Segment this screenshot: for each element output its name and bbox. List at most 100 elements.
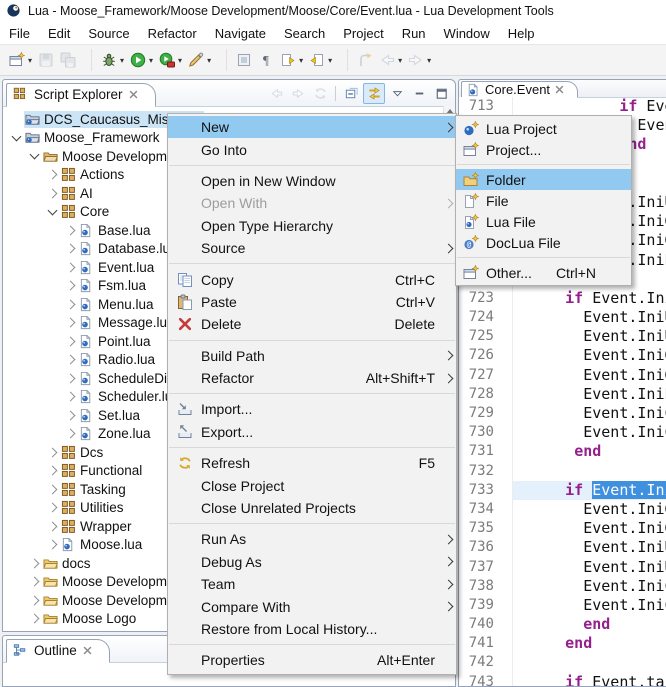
tb-next-annotation-button[interactable] [277,49,299,71]
menu-item-restore-from-local-history[interactable]: Restore from Local History... [168,618,456,640]
expander[interactable] [63,375,78,382]
expander[interactable] [27,615,42,622]
code-line[interactable]: 731 end [459,442,666,461]
expander[interactable] [45,171,60,178]
menu-item-refactor[interactable]: Refactor Alt+Shift+T [168,367,456,389]
expander[interactable] [63,430,78,437]
nav-up-button[interactable] [310,84,330,103]
code-line[interactable]: 725 Event.IniUnitName = Event.IniDCSUnit… [459,327,666,346]
menu-item-properties[interactable]: Properties Alt+Enter [168,649,456,671]
code-line[interactable]: 728 Event.IniPlayerName = Event.IniDCSUn… [459,385,666,404]
tb-mark-button[interactable] [233,49,255,71]
tb-run-button[interactable] [127,49,149,71]
menu-item-open-type-hierarchy[interactable]: Open Type Hierarchy [168,215,456,237]
dropdown-caret-icon[interactable]: ▾ [398,56,402,65]
expander[interactable] [63,227,78,234]
dropdown-caret-icon[interactable]: ▾ [328,56,332,65]
code-line[interactable]: 729 Event.IniCoalition = Event.IniDCSUni… [459,404,666,423]
menubar-help[interactable]: Help [499,23,544,44]
close-icon[interactable] [128,89,139,100]
menu-item-new[interactable]: New [168,116,456,138]
menu-item-team[interactable]: Team [168,573,456,595]
menu-item-debug-as[interactable]: Debug As [168,551,456,573]
tb-run-error-button[interactable] [156,49,178,71]
tb-back-button[interactable] [376,49,398,71]
close-icon[interactable] [554,84,565,95]
code-line[interactable]: 738 Event.IniCoalition = Event.IniGroup:… [459,577,666,596]
expander[interactable] [27,578,42,585]
code-line[interactable]: 734 Event.IniGroup = GROUP:FindByName( E… [459,500,666,519]
menu-item-open-with[interactable]: Open With [168,192,456,214]
menu-item-copy[interactable]: Copy Ctrl+C [168,268,456,290]
expander[interactable] [45,467,60,474]
expander[interactable] [45,449,60,456]
menu-item-lua-file[interactable]: Lua File [456,211,631,232]
tb-debug-button[interactable] [98,49,120,71]
menu-item-compare-with[interactable]: Compare With [168,595,456,617]
code-line[interactable]: 732 [459,462,666,481]
menubar-refactor[interactable]: Refactor [139,23,206,44]
menu-item-refresh[interactable]: Refresh F5 [168,452,456,474]
code-line[interactable]: 723 if Event.IniDCSUnit then [459,289,666,308]
tb-last-edit-button[interactable] [354,49,376,71]
code-line[interactable]: 740 end [459,615,666,634]
dropdown-caret-icon[interactable]: ▾ [178,56,182,65]
code-line[interactable]: 724 Event.IniUnit = UNIT:FindByName( Eve… [459,308,666,327]
expander[interactable] [63,245,78,252]
menubar-source[interactable]: Source [79,23,138,44]
tb-brush-button[interactable] [185,49,207,71]
code-line[interactable]: 737 Event.IniUnitName = Event.IniUnit:Ge… [459,558,666,577]
menu-item-run-as[interactable]: Run As [168,528,456,550]
menu-item-close-unrelated-projects[interactable]: Close Unrelated Projects [168,497,456,519]
link-editor-button[interactable] [363,83,385,104]
code-line[interactable]: 730 Event.IniCategory = Event.IniDCSUnit… [459,423,666,442]
expander[interactable] [63,412,78,419]
menubar-navigate[interactable]: Navigate [206,23,275,44]
tab-script-explorer[interactable]: Script Explorer [6,83,156,107]
tb-forward-button[interactable] [405,49,427,71]
expander[interactable] [63,338,78,345]
expander[interactable] [45,486,60,493]
menu-item-source[interactable]: Source [168,237,456,259]
menu-item-project[interactable]: Project... [456,139,631,160]
nav-back-button[interactable] [266,84,286,103]
expander[interactable] [63,356,78,363]
code-line[interactable]: 727 Event.IniGroupName = Event.IniDCSGro… [459,366,666,385]
code-line[interactable]: 736 Event.IniUnit = Event.IniGroup:GetUn… [459,538,666,557]
menu-item-file[interactable]: File [456,190,631,211]
menu-item-open-in-new-window[interactable]: Open in New Window [168,170,456,192]
dropdown-caret-icon[interactable]: ▾ [149,56,153,65]
expander[interactable] [45,210,60,214]
tb-new-button[interactable] [6,49,28,71]
code-line[interactable]: 735 Event.IniGroupName = Event.IniDCSGro… [459,519,666,538]
code-line[interactable]: 713 if Event.IniDCSUnit then [459,97,666,116]
expander[interactable] [63,282,78,289]
dropdown-caret-icon[interactable]: ▾ [207,56,211,65]
menu-item-export[interactable]: Export... [168,421,456,443]
menu-item-other[interactable]: Other... Ctrl+N [456,262,631,283]
menu-item-folder[interactable]: Folder [456,169,631,190]
close-icon[interactable] [82,645,93,656]
expander[interactable] [45,523,60,530]
expander[interactable] [27,560,42,567]
code-line[interactable]: 733 if Event.IniDCSGroup then [459,481,666,500]
maximize-button[interactable] [431,84,451,103]
menu-item-build-path[interactable]: Build Path [168,345,456,367]
code-line[interactable]: 726 Event.IniGroup = GROUP:FindByName( E… [459,346,666,365]
code-line[interactable]: 742 [459,653,666,672]
menu-item-close-project[interactable]: Close Project [168,474,456,496]
menubar-run[interactable]: Run [393,23,435,44]
code-line[interactable]: 743 if Event.target then [459,673,666,686]
tb-pilcrow-button[interactable]: ¶ [255,49,277,71]
tb-save-all-button[interactable] [57,49,79,71]
menubar-edit[interactable]: Edit [39,23,79,44]
menu-item-doclua-file[interactable]: @ DocLua File [456,232,631,253]
menu-item-import[interactable]: Import... [168,398,456,420]
expander[interactable] [27,154,42,158]
menubar-window[interactable]: Window [435,23,499,44]
code-line[interactable]: 741 end [459,634,666,653]
dropdown-caret-icon[interactable]: ▾ [28,56,32,65]
menu-item-go-into[interactable]: Go Into [168,138,456,160]
tab-core-event[interactable]: Core.Event [461,81,578,98]
collapse-all-button[interactable] [341,84,361,103]
